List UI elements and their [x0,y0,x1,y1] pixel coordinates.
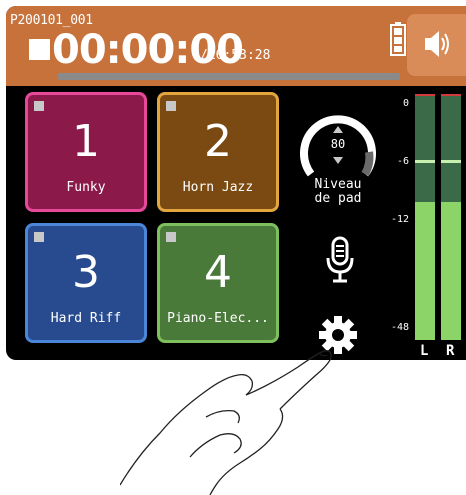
pad-level-label-line2: de pad [314,191,362,206]
speaker-icon [425,31,449,57]
meter-right-label: R [446,343,455,359]
pad-number: 1 [72,116,100,167]
meter-left-peak [415,160,435,163]
battery-icon [390,22,406,56]
pad-number: 4 [204,247,232,298]
pad-led [34,101,44,111]
recorder-screen: P200101_001 00:00:00 /16:53:28 1 Funky 2… [6,6,466,360]
meter-right-fill [441,202,461,340]
pad-level-label-line1: Niveau [314,177,362,192]
meter-right-peak [441,160,461,163]
stop-icon [29,39,50,60]
project-name: P200101_001 [10,13,93,28]
pad-level-value: 80 [330,137,346,151]
meter-left-label: L [420,343,429,359]
pad-1[interactable]: 1 Funky [25,92,147,212]
meter-left-fill [415,202,435,340]
microphone-icon[interactable] [324,236,356,284]
meter-scale-12: -12 [391,214,410,225]
meter-scale-48: -48 [391,322,410,333]
pad-number: 3 [72,247,100,298]
pad-number: 2 [204,116,232,167]
pad-level-label: Niveau de pad [298,178,378,206]
pad-4[interactable]: 4 Piano-Elec... [157,223,279,343]
meter-left [415,94,435,340]
pad-name: Piano-Elec... [167,311,269,326]
chevron-up-icon [333,126,343,133]
status-bar: P200101_001 00:00:00 /16:53:28 [6,6,466,86]
meter-right-clip [441,94,461,96]
meter-left-clip [415,94,435,96]
pad-led [166,101,176,111]
playback-progress [58,73,400,80]
pad-3[interactable]: 3 Hard Riff [25,223,147,343]
pad-led [34,232,44,242]
pad-led [166,232,176,242]
pad-name: Funky [66,180,106,195]
pad-name: Horn Jazz [182,180,254,195]
meter-scale-0: 0 [403,98,410,109]
pad-2[interactable]: 2 Horn Jazz [157,92,279,212]
meter-right [441,94,461,340]
remaining-time: /16:53:28 [200,48,271,63]
pointing-hand-illustration [120,350,332,495]
pad-name: Hard Riff [50,311,122,326]
chevron-down-icon [333,157,343,164]
meter-scale-6: -6 [397,156,410,167]
speaker-button[interactable] [407,14,466,76]
